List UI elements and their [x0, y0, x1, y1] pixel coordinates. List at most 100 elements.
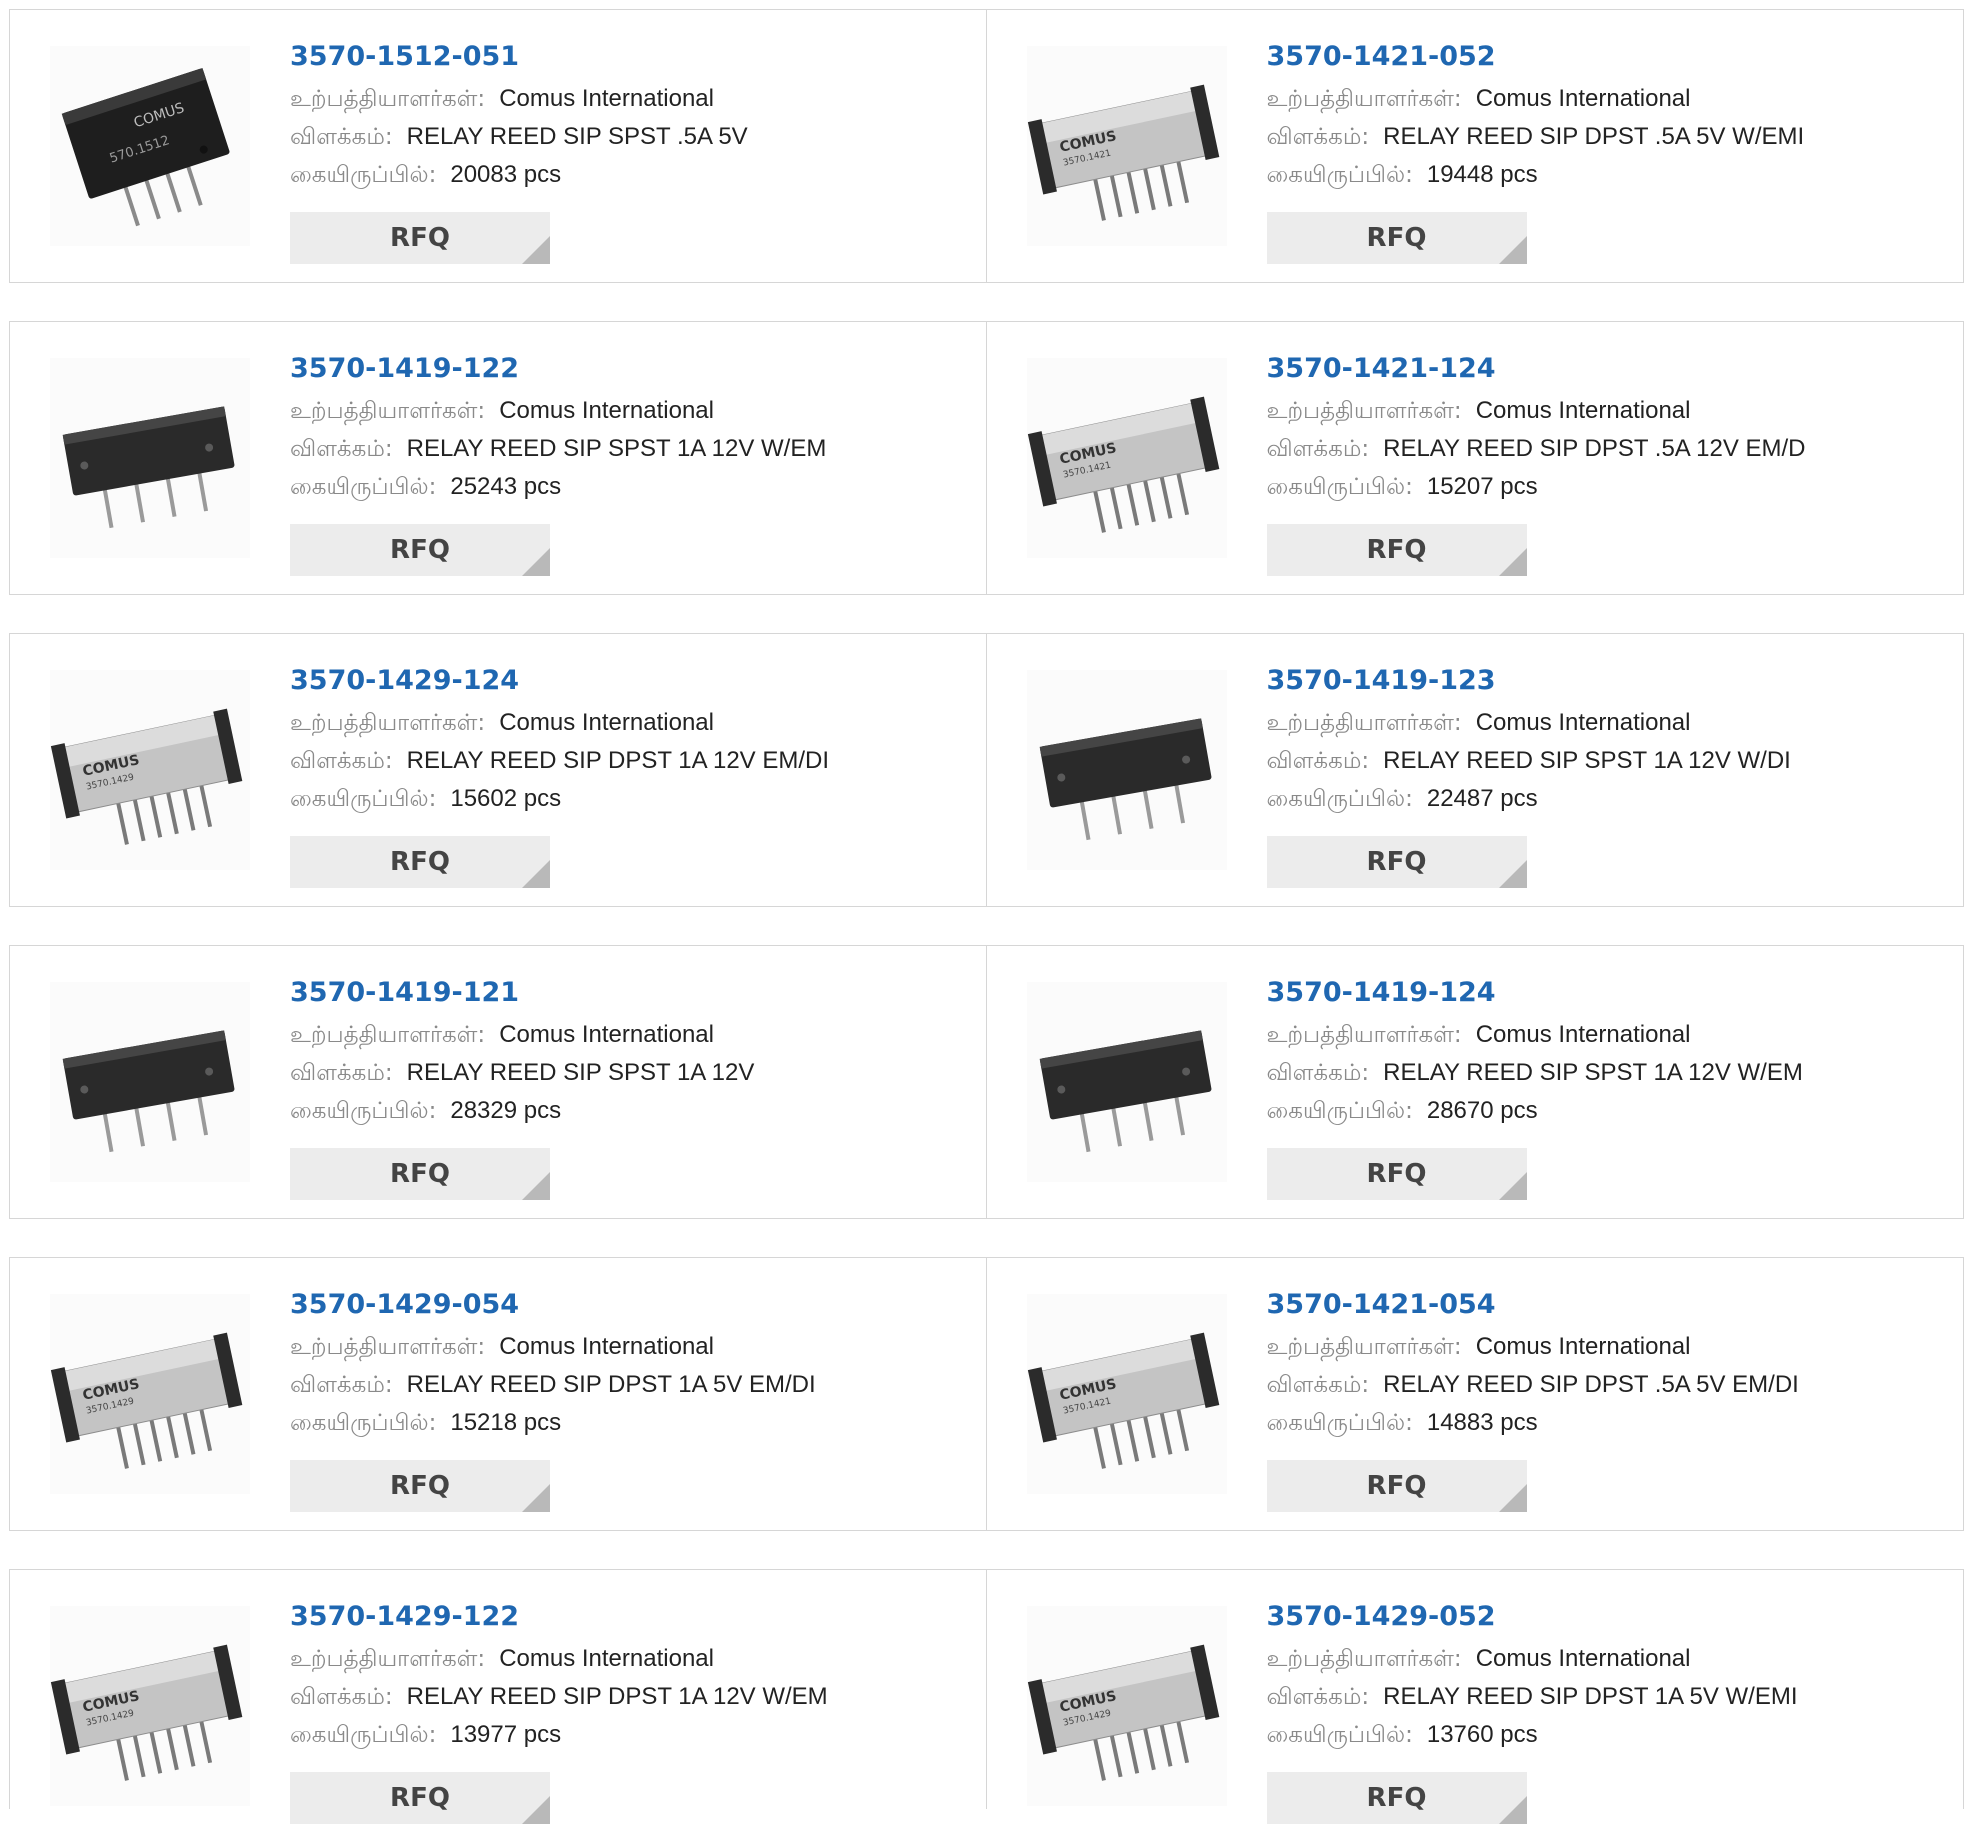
product-row: COMUS 3570.1429 3570-1429-124 உற்பத்தியாளர்… [9, 633, 1964, 907]
product-image[interactable]: COMUS 3570.1429 [50, 670, 250, 870]
stock-line: கையிருப்பில்: 15218 pcs [290, 1404, 816, 1442]
product-image[interactable] [50, 358, 250, 558]
stock-label: கையிருப்பில்: [290, 1098, 437, 1124]
manufacturer-line: உற்பத்தியாளர்கள்: Comus International [1267, 704, 1791, 742]
description-line: விளக்கம்: RELAY REED SIP DPST 1A 5V EM/DI [290, 1366, 816, 1404]
stock-line: கையிருப்பில்: 14883 pcs [1267, 1404, 1799, 1442]
description-label: விளக்கம்: [1266, 748, 1370, 774]
stock-label: கையிருப்பில்: [290, 162, 437, 188]
product-image[interactable]: COMUS 3570.1429 [50, 1606, 250, 1806]
product-image[interactable]: COMUS 3570.1429 [50, 1294, 250, 1494]
product-image[interactable] [50, 982, 250, 1182]
description-value: RELAY REED SIP SPST 1A 12V W/EM [406, 435, 827, 462]
manufacturer-value: Comus International [1475, 1021, 1691, 1048]
part-number-link[interactable]: 3570-1429-052 [1267, 1600, 1798, 1634]
product-grid: COMUS 570.1512 3570-1512-051 உற்பத்தியாளர்க… [0, 0, 1965, 1833]
manufacturer-label: உற்பத்தியாளர்கள்: [1266, 1334, 1462, 1360]
manufacturer-line: உற்பத்தியாளர்கள்: Comus International [290, 1016, 754, 1054]
rfq-button[interactable]: RFQ [290, 524, 550, 576]
product-info: 3570-1419-123 உற்பத்தியாளர்கள்: Comus Inte… [1267, 664, 1791, 818]
rfq-label: RFQ [390, 847, 450, 877]
part-number-link[interactable]: 3570-1429-122 [290, 1600, 828, 1634]
relay-photo [1039, 1030, 1211, 1153]
manufacturer-value: Comus International [499, 397, 714, 424]
product-card: 3570-1419-124 உற்பத்தியாளர்கள்: Comus Inte… [986, 945, 1964, 1219]
part-number-link[interactable]: 3570-1419-122 [290, 352, 826, 386]
product-card: 3570-1419-121 உற்பத்தியாளர்கள்: Comus Inte… [9, 945, 987, 1219]
part-number-link[interactable]: 3570-1421-124 [1267, 352, 1806, 386]
manufacturer-value: Comus International [499, 1333, 714, 1360]
product-card: 3570-1419-123 உற்பத்தியாளர்கள்: Comus Inte… [986, 633, 1964, 907]
description-label: விளக்கம்: [1266, 436, 1370, 462]
description-value: RELAY REED SIP SPST 1A 12V W/DI [1383, 747, 1791, 774]
product-info: 3570-1419-122 உற்பத்தியாளர்கள்: Comus Inte… [290, 352, 826, 506]
stock-label: கையிருப்பில்: [290, 786, 437, 812]
stock-line: கையிருப்பில்: 13760 pcs [1267, 1716, 1798, 1754]
description-line: விளக்கம்: RELAY REED SIP DPST 1A 12V EM/D… [290, 742, 829, 780]
product-info: 3570-1429-052 உற்பத்தியாளர்கள்: Comus Inte… [1267, 1600, 1798, 1754]
stock-label: கையிருப்பில்: [1266, 474, 1413, 500]
corner-triangle-icon [1498, 1796, 1527, 1824]
stock-line: கையிருப்பில்: 25243 pcs [290, 468, 826, 506]
part-number-link[interactable]: 3570-1429-124 [290, 664, 829, 698]
rfq-button[interactable]: RFQ [290, 1772, 550, 1824]
description-label: விளக்கம்: [290, 1060, 393, 1086]
rfq-label: RFQ [390, 1159, 450, 1189]
part-number-link[interactable]: 3570-1419-121 [290, 976, 754, 1010]
rfq-button[interactable]: RFQ [290, 836, 550, 888]
rfq-button[interactable]: RFQ [290, 1460, 550, 1512]
product-image[interactable]: COMUS 3570.1421 [1026, 46, 1227, 246]
description-value: RELAY REED SIP DPST .5A 12V EM/D [1383, 435, 1806, 462]
stock-value: 22487 pcs [1426, 785, 1538, 812]
stock-value: 15602 pcs [450, 785, 562, 812]
product-image[interactable]: COMUS 3570.1421 [1026, 358, 1227, 558]
rfq-button[interactable]: RFQ [290, 1148, 550, 1200]
product-info: 3570-1419-121 உற்பத்தியாளர்கள்: Comus Inte… [290, 976, 754, 1130]
part-number-link[interactable]: 3570-1419-123 [1267, 664, 1791, 698]
rfq-button[interactable]: RFQ [1266, 1772, 1527, 1824]
manufacturer-label: உற்பத்தியாளர்கள்: [1266, 1646, 1462, 1672]
manufacturer-value: Comus International [499, 1021, 714, 1048]
stock-line: கையிருப்பில்: 19448 pcs [1267, 156, 1805, 194]
product-card: COMUS 3570.1429 3570-1429-052 உற்பத்தியாளர்… [986, 1569, 1964, 1824]
part-number-link[interactable]: 3570-1419-124 [1267, 976, 1803, 1010]
manufacturer-label: உற்பத்தியாளர்கள்: [290, 1022, 486, 1048]
product-image[interactable]: COMUS 570.1512 [50, 46, 250, 246]
rfq-button[interactable]: RFQ [1266, 524, 1527, 576]
part-number-link[interactable]: 3570-1512-051 [290, 40, 748, 74]
product-info: 3570-1419-124 உற்பத்தியாளர்கள்: Comus Inte… [1267, 976, 1803, 1130]
manufacturer-value: Comus International [499, 709, 714, 736]
corner-triangle-icon [522, 1796, 550, 1824]
rfq-button[interactable]: RFQ [1266, 836, 1527, 888]
manufacturer-line: உற்பத்தியாளர்கள்: Comus International [290, 1328, 816, 1366]
description-value: RELAY REED SIP SPST 1A 12V W/EM [1383, 1059, 1803, 1086]
product-image[interactable] [1026, 670, 1227, 870]
rfq-label: RFQ [1366, 535, 1427, 565]
description-line: விளக்கம்: RELAY REED SIP DPST .5A 5V EM/D… [1267, 1366, 1799, 1404]
part-number-link[interactable]: 3570-1421-052 [1267, 40, 1805, 74]
rfq-button[interactable]: RFQ [1266, 212, 1527, 264]
rfq-button[interactable]: RFQ [1266, 1148, 1527, 1200]
stock-value: 13760 pcs [1426, 1721, 1538, 1748]
part-number-link[interactable]: 3570-1421-054 [1267, 1288, 1799, 1322]
rfq-button[interactable]: RFQ [1266, 1460, 1527, 1512]
product-row: COMUS 3570.1429 3570-1429-054 உற்பத்தியாளர்… [9, 1257, 1964, 1531]
product-image[interactable]: COMUS 3570.1429 [1026, 1606, 1227, 1806]
rfq-button[interactable]: RFQ [290, 212, 550, 264]
description-label: விளக்கம்: [290, 436, 393, 462]
part-number-link[interactable]: 3570-1429-054 [290, 1288, 816, 1322]
relay-photo: COMUS3570.1429 [50, 1644, 243, 1781]
product-row: COMUS 3570.1429 3570-1429-122 உற்பத்தியாளர்… [9, 1569, 1964, 1824]
product-card: COMUS 3570.1421 3570-1421-124 உற்பத்தியாளர்… [986, 321, 1964, 595]
manufacturer-label: உற்பத்தியாளர்கள்: [290, 710, 486, 736]
description-label: விளக்கம்: [1266, 124, 1370, 150]
manufacturer-value: Comus International [499, 1645, 714, 1672]
relay-photo [62, 1030, 235, 1153]
stock-value: 15218 pcs [450, 1409, 562, 1436]
description-label: விளக்கம்: [290, 1372, 393, 1398]
product-info: 3570-1421-124 உற்பத்தியாளர்கள்: Comus Inte… [1267, 352, 1806, 506]
product-image[interactable] [1026, 982, 1227, 1182]
corner-triangle-icon [522, 548, 550, 576]
description-line: விளக்கம்: RELAY REED SIP SPST 1A 12V W/DI [1267, 742, 1791, 780]
product-image[interactable]: COMUS 3570.1421 [1026, 1294, 1227, 1494]
